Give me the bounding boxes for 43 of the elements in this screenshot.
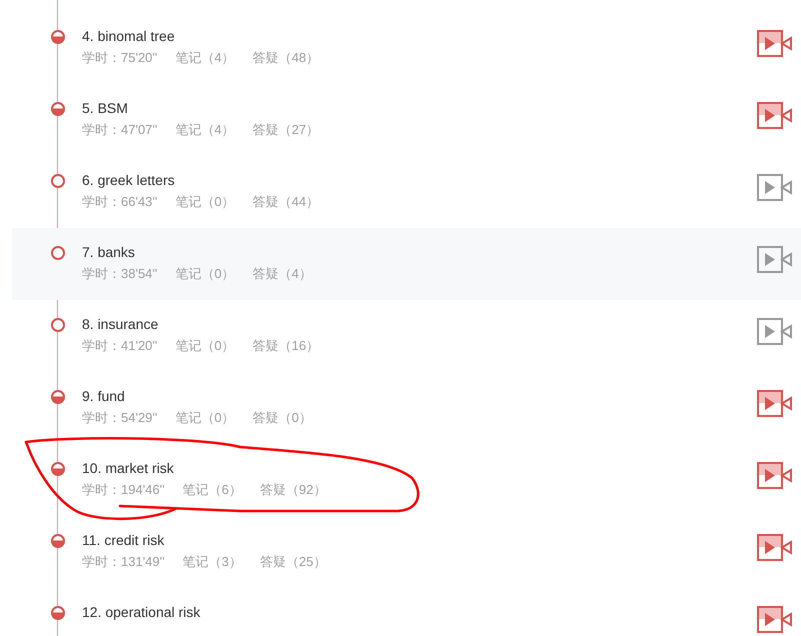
notes-count: 笔记（0） [175,337,235,355]
lesson-title[interactable]: 5. BSM [82,98,338,118]
lesson-title[interactable]: 12. operational risk [82,602,200,622]
qa-count: 答疑（25） [260,553,326,571]
notes-count: 笔记（3） [182,553,242,571]
lesson-title[interactable]: 7. banks [82,242,330,262]
video-icon[interactable] [757,318,793,345]
qa-count: 答疑（92） [260,481,326,499]
qa-count: 答疑（48） [252,49,320,67]
row-highlight[interactable]: 7. banks 学时：38'54'' 笔记（0） 答疑（4） [12,228,801,300]
study-time: 学时：54'29'' [82,409,158,427]
lesson-title[interactable]: 10. market risk [82,458,344,478]
study-time: 学时：194'46'' [82,481,165,499]
study-time: 学时：66'43'' [82,193,158,211]
notes-count: 笔记（4） [175,121,235,139]
lesson-title[interactable]: 9. fund [82,386,330,406]
lesson-title[interactable]: 8. insurance [82,314,338,334]
qa-count: 答疑（0） [252,409,312,427]
video-icon[interactable] [757,462,793,489]
video-icon[interactable] [757,102,793,129]
qa-count: 答疑（4） [252,265,312,283]
qa-count: 答疑（44） [252,193,320,211]
study-time: 学时：131'49'' [82,553,165,571]
video-icon[interactable] [757,246,793,273]
video-icon[interactable] [757,390,793,417]
lesson-title[interactable]: 11. credit risk [82,530,344,550]
notes-count: 笔记（0） [175,265,235,283]
notes-count: 笔记（0） [175,193,235,211]
video-icon[interactable] [757,606,793,633]
notes-count: 笔记（0） [175,409,235,427]
lesson-title[interactable]: 4. binomal tree [82,26,338,46]
study-time: 学时：41'20'' [82,337,158,355]
study-time: 学时：47'07'' [82,121,158,139]
video-icon[interactable] [757,174,793,201]
qa-count: 答疑（16） [252,337,320,355]
video-icon[interactable] [757,534,793,561]
video-icon[interactable] [757,30,793,57]
lesson-title[interactable]: 6. greek letters [82,170,338,190]
notes-count: 笔记（4） [175,49,235,67]
study-time: 学时：38'54'' [82,265,158,283]
study-time: 学时：75'20'' [82,49,158,67]
qa-count: 答疑（27） [252,121,320,139]
notes-count: 笔记（6） [182,481,242,499]
